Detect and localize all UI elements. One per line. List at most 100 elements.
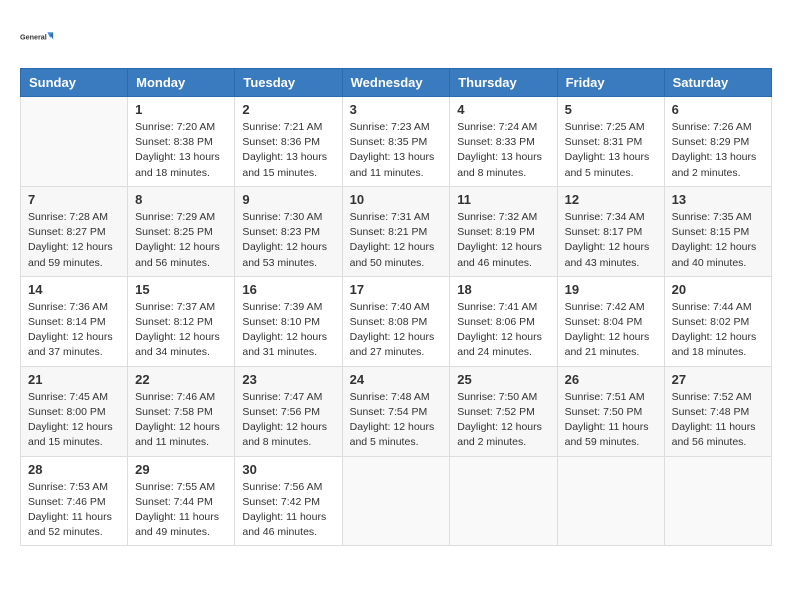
day-info: Sunrise: 7:29 AM Sunset: 8:25 PM Dayligh… (135, 210, 227, 271)
day-number: 30 (242, 462, 334, 477)
day-number: 3 (350, 102, 443, 117)
day-number: 10 (350, 192, 443, 207)
calendar-week-2: 7 Sunrise: 7:28 AM Sunset: 8:27 PM Daylig… (21, 186, 772, 276)
calendar-cell: 16Sunrise: 7:39 AM Sunset: 8:10 PM Dayli… (235, 276, 342, 366)
calendar-cell: 8 Sunrise: 7:29 AM Sunset: 8:25 PM Daylig… (128, 186, 235, 276)
calendar-header-tuesday: Tuesday (235, 69, 342, 97)
calendar-cell: 5Sunrise: 7:25 AM Sunset: 8:31 PM Daylig… (557, 97, 664, 187)
day-info: Sunrise: 7:32 AM Sunset: 8:19 PM Dayligh… (457, 210, 549, 271)
calendar-cell: 7 Sunrise: 7:28 AM Sunset: 8:27 PM Daylig… (21, 186, 128, 276)
day-number: 7 (28, 192, 120, 207)
day-number: 2 (242, 102, 334, 117)
calendar-cell: 3Sunrise: 7:23 AM Sunset: 8:35 PM Daylig… (342, 97, 450, 187)
day-number: 23 (242, 372, 334, 387)
calendar-cell: 2 Sunrise: 7:21 AM Sunset: 8:36 PM Daylig… (235, 97, 342, 187)
calendar-cell: 1 Sunrise: 7:20 AM Sunset: 8:38 PM Daylig… (128, 97, 235, 187)
calendar-cell: 11 Sunrise: 7:32 AM Sunset: 8:19 PM Dayli… (450, 186, 557, 276)
svg-text:General: General (20, 32, 47, 41)
day-info: Sunrise: 7:40 AM Sunset: 8:08 PM Dayligh… (350, 300, 443, 361)
day-number: 11 (457, 192, 549, 207)
day-info: Sunrise: 7:56 AM Sunset: 7:42 PM Dayligh… (242, 480, 334, 541)
calendar-cell: 4Sunrise: 7:24 AM Sunset: 8:33 PM Daylig… (450, 97, 557, 187)
calendar-header-thursday: Thursday (450, 69, 557, 97)
day-info: Sunrise: 7:46 AM Sunset: 7:58 PM Dayligh… (135, 390, 227, 451)
day-info: Sunrise: 7:55 AM Sunset: 7:44 PM Dayligh… (135, 480, 227, 541)
day-info: Sunrise: 7:21 AM Sunset: 8:36 PM Dayligh… (242, 120, 334, 181)
day-number: 16 (242, 282, 334, 297)
day-info: Sunrise: 7:41 AM Sunset: 8:06 PM Dayligh… (457, 300, 549, 361)
day-number: 14 (28, 282, 120, 297)
day-number: 18 (457, 282, 549, 297)
day-info: Sunrise: 7:50 AM Sunset: 7:52 PM Dayligh… (457, 390, 549, 451)
calendar-header-row: SundayMondayTuesdayWednesdayThursdayFrid… (21, 69, 772, 97)
day-number: 19 (565, 282, 657, 297)
day-number: 24 (350, 372, 443, 387)
calendar-cell: 15 Sunrise: 7:37 AM Sunset: 8:12 PM Dayli… (128, 276, 235, 366)
day-number: 17 (350, 282, 443, 297)
day-number: 4 (457, 102, 549, 117)
day-number: 21 (28, 372, 120, 387)
calendar-cell: 12 Sunrise: 7:34 AM Sunset: 8:17 PM Dayli… (557, 186, 664, 276)
calendar-cell: 29 Sunrise: 7:55 AM Sunset: 7:44 PM Dayli… (128, 456, 235, 546)
day-number: 29 (135, 462, 227, 477)
day-info: Sunrise: 7:35 AM Sunset: 8:15 PM Dayligh… (672, 210, 764, 271)
calendar-cell: 30 Sunrise: 7:56 AM Sunset: 7:42 PM Dayli… (235, 456, 342, 546)
calendar-cell: 21 Sunrise: 7:45 AM Sunset: 8:00 PM Dayli… (21, 366, 128, 456)
calendar-cell (664, 456, 771, 546)
day-info: Sunrise: 7:42 AM Sunset: 8:04 PM Dayligh… (565, 300, 657, 361)
day-info: Sunrise: 7:34 AM Sunset: 8:17 PM Dayligh… (565, 210, 657, 271)
day-number: 1 (135, 102, 227, 117)
calendar-header-sunday: Sunday (21, 69, 128, 97)
day-number: 13 (672, 192, 764, 207)
day-info: Sunrise: 7:51 AM Sunset: 7:50 PM Dayligh… (565, 390, 657, 451)
day-number: 28 (28, 462, 120, 477)
calendar-week-4: 21 Sunrise: 7:45 AM Sunset: 8:00 PM Dayli… (21, 366, 772, 456)
day-number: 20 (672, 282, 764, 297)
day-info: Sunrise: 7:37 AM Sunset: 8:12 PM Dayligh… (135, 300, 227, 361)
day-info: Sunrise: 7:30 AM Sunset: 8:23 PM Dayligh… (242, 210, 334, 271)
calendar-cell: 27 Sunrise: 7:52 AM Sunset: 7:48 PM Dayli… (664, 366, 771, 456)
day-number: 12 (565, 192, 657, 207)
day-number: 25 (457, 372, 549, 387)
calendar-cell: 22Sunrise: 7:46 AM Sunset: 7:58 PM Dayli… (128, 366, 235, 456)
day-number: 27 (672, 372, 764, 387)
calendar-cell: 19 Sunrise: 7:42 AM Sunset: 8:04 PM Dayli… (557, 276, 664, 366)
calendar-week-5: 28Sunrise: 7:53 AM Sunset: 7:46 PM Dayli… (21, 456, 772, 546)
day-info: Sunrise: 7:47 AM Sunset: 7:56 PM Dayligh… (242, 390, 334, 451)
calendar-cell: 9 Sunrise: 7:30 AM Sunset: 8:23 PM Daylig… (235, 186, 342, 276)
calendar-header-saturday: Saturday (664, 69, 771, 97)
day-info: Sunrise: 7:28 AM Sunset: 8:27 PM Dayligh… (28, 210, 120, 271)
day-info: Sunrise: 7:36 AM Sunset: 8:14 PM Dayligh… (28, 300, 120, 361)
calendar-cell: 20 Sunrise: 7:44 AM Sunset: 8:02 PM Dayli… (664, 276, 771, 366)
calendar-cell (450, 456, 557, 546)
calendar-cell (21, 97, 128, 187)
logo: General (20, 20, 56, 58)
calendar-cell: 10Sunrise: 7:31 AM Sunset: 8:21 PM Dayli… (342, 186, 450, 276)
calendar-cell: 28Sunrise: 7:53 AM Sunset: 7:46 PM Dayli… (21, 456, 128, 546)
day-info: Sunrise: 7:52 AM Sunset: 7:48 PM Dayligh… (672, 390, 764, 451)
calendar-header-wednesday: Wednesday (342, 69, 450, 97)
page-header: General (20, 20, 772, 58)
calendar-cell: 17 Sunrise: 7:40 AM Sunset: 8:08 PM Dayli… (342, 276, 450, 366)
calendar-cell: 24 Sunrise: 7:48 AM Sunset: 7:54 PM Dayli… (342, 366, 450, 456)
day-info: Sunrise: 7:26 AM Sunset: 8:29 PM Dayligh… (672, 120, 764, 181)
day-number: 15 (135, 282, 227, 297)
day-number: 6 (672, 102, 764, 117)
calendar-cell: 6 Sunrise: 7:26 AM Sunset: 8:29 PM Daylig… (664, 97, 771, 187)
calendar-week-3: 14 Sunrise: 7:36 AM Sunset: 8:14 PM Dayli… (21, 276, 772, 366)
logo-icon: General (20, 20, 56, 56)
calendar-cell (342, 456, 450, 546)
day-info: Sunrise: 7:20 AM Sunset: 8:38 PM Dayligh… (135, 120, 227, 181)
calendar-table: SundayMondayTuesdayWednesdayThursdayFrid… (20, 68, 772, 546)
day-number: 26 (565, 372, 657, 387)
calendar-cell (557, 456, 664, 546)
calendar-cell: 26 Sunrise: 7:51 AM Sunset: 7:50 PM Dayli… (557, 366, 664, 456)
day-info: Sunrise: 7:45 AM Sunset: 8:00 PM Dayligh… (28, 390, 120, 451)
calendar-header-monday: Monday (128, 69, 235, 97)
day-info: Sunrise: 7:48 AM Sunset: 7:54 PM Dayligh… (350, 390, 443, 451)
day-number: 9 (242, 192, 334, 207)
day-number: 8 (135, 192, 227, 207)
day-info: Sunrise: 7:44 AM Sunset: 8:02 PM Dayligh… (672, 300, 764, 361)
calendar-cell: 18 Sunrise: 7:41 AM Sunset: 8:06 PM Dayli… (450, 276, 557, 366)
day-number: 5 (565, 102, 657, 117)
